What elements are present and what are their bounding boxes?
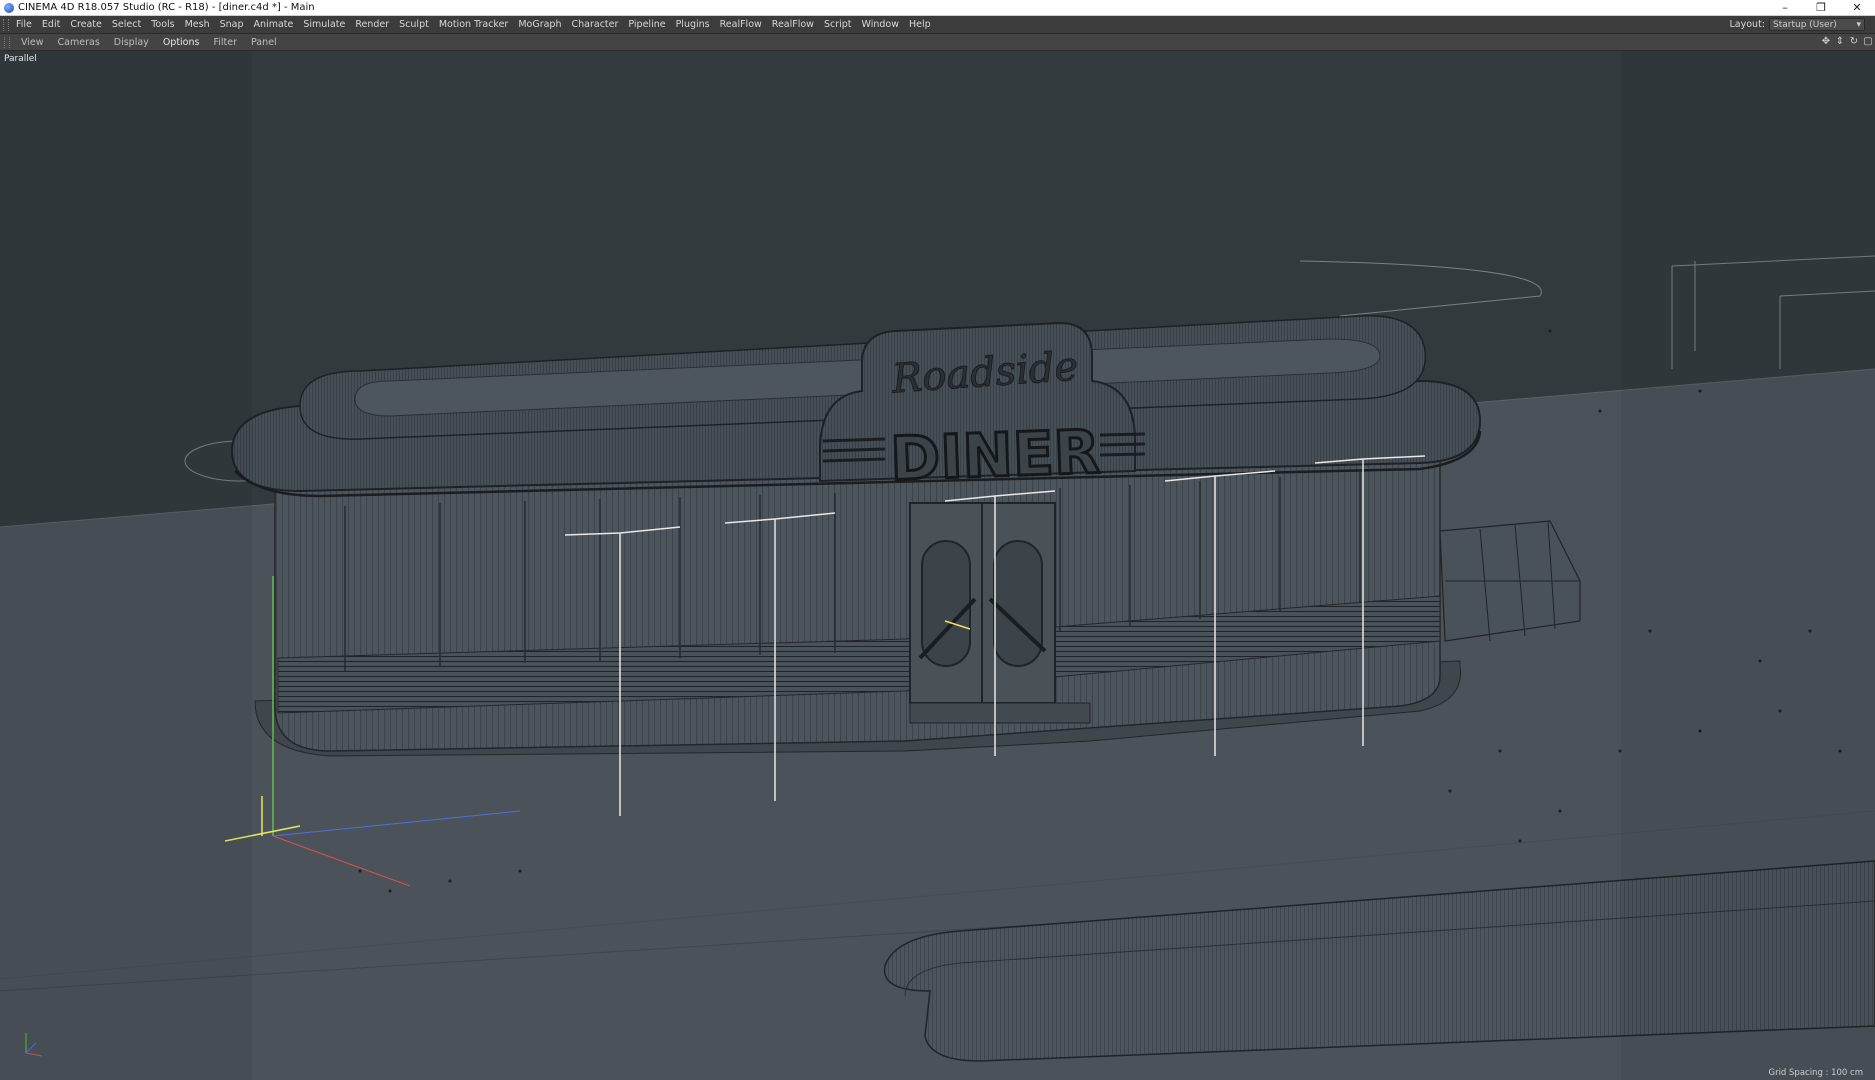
menu-edit[interactable]: Edit xyxy=(37,19,65,30)
layout-dropdown[interactable]: Startup (User) ▾ xyxy=(1769,18,1865,31)
menu-snap[interactable]: Snap xyxy=(215,19,249,30)
camera-label: Parallel xyxy=(4,54,37,64)
layout-label: Layout: xyxy=(1729,19,1766,30)
viewport-menu-options[interactable]: Options xyxy=(156,37,207,48)
menu-pipeline[interactable]: Pipeline xyxy=(623,19,670,30)
safe-frame-left xyxy=(0,51,252,1080)
menubar-grip[interactable] xyxy=(3,18,9,31)
menu-motion-tracker[interactable]: Motion Tracker xyxy=(434,19,514,30)
viewport-menu-display[interactable]: Display xyxy=(107,37,156,48)
layout-dropdown-value: Startup (User) xyxy=(1773,19,1837,30)
menu-window[interactable]: Window xyxy=(857,19,904,30)
menu-character[interactable]: Character xyxy=(566,19,623,30)
menu-render[interactable]: Render xyxy=(350,19,394,30)
zoom-view-icon[interactable]: ⇕ xyxy=(1835,37,1845,47)
window-title: CINEMA 4D R18.057 Studio (RC - R18) - [d… xyxy=(18,2,315,13)
minimize-button[interactable]: – xyxy=(1767,0,1803,16)
chevron-down-icon: ▾ xyxy=(1856,19,1861,30)
viewport-menu-filter[interactable]: Filter xyxy=(206,37,244,48)
bg-structure-mid xyxy=(1299,260,1542,317)
viewport-menu-panel[interactable]: Panel xyxy=(244,37,284,48)
menu-script[interactable]: Script xyxy=(819,19,857,30)
move-view-icon[interactable]: ✥ xyxy=(1821,37,1831,47)
sign-diner-text: DINER xyxy=(889,417,1101,494)
menu-realflow-1[interactable]: RealFlow xyxy=(715,19,767,30)
menu-mograph[interactable]: MoGraph xyxy=(513,19,566,30)
menu-sculpt[interactable]: Sculpt xyxy=(394,19,434,30)
menu-help[interactable]: Help xyxy=(904,19,936,30)
grid-spacing-label: Grid Spacing : 100 cm xyxy=(1768,1068,1863,1078)
viewport-scene: Roadside DINER xyxy=(0,255,1875,1080)
safe-frame-right xyxy=(1621,51,1875,1080)
menu-animate[interactable]: Animate xyxy=(249,19,299,30)
menu-tools[interactable]: Tools xyxy=(146,19,179,30)
menu-plugins[interactable]: Plugins xyxy=(671,19,715,30)
viewport-menubar-grip[interactable] xyxy=(4,36,10,48)
menu-simulate[interactable]: Simulate xyxy=(298,19,350,30)
app-logo-icon xyxy=(4,2,14,13)
viewport-menu-view[interactable]: View xyxy=(14,37,51,48)
rotate-view-icon[interactable]: ↻ xyxy=(1849,37,1859,47)
viewport-menu-cameras[interactable]: Cameras xyxy=(51,37,107,48)
main-menubar: File Edit Create Select Tools Mesh Snap … xyxy=(0,16,1875,34)
menu-mesh[interactable]: Mesh xyxy=(180,19,215,30)
3d-viewport[interactable]: Roadside DINER Parallel Grid Spacing: 1… xyxy=(0,51,1875,1080)
window-titlebar: CINEMA 4D R18.057 Studio (RC - R18) - [d… xyxy=(0,0,1875,16)
diner-step xyxy=(909,702,1091,724)
menu-create[interactable]: Create xyxy=(65,19,107,30)
restore-button[interactable]: ❐ xyxy=(1803,0,1839,16)
diner-door-window-right xyxy=(993,540,1043,667)
close-button[interactable]: ✕ xyxy=(1839,0,1875,16)
menu-realflow-2[interactable]: RealFlow xyxy=(767,19,819,30)
maximize-view-icon[interactable]: ▢ xyxy=(1863,37,1873,47)
menu-select[interactable]: Select xyxy=(107,19,146,30)
menu-file[interactable]: File xyxy=(11,19,37,30)
viewport-menubar: View Cameras Display Options Filter Pane… xyxy=(0,34,1875,51)
